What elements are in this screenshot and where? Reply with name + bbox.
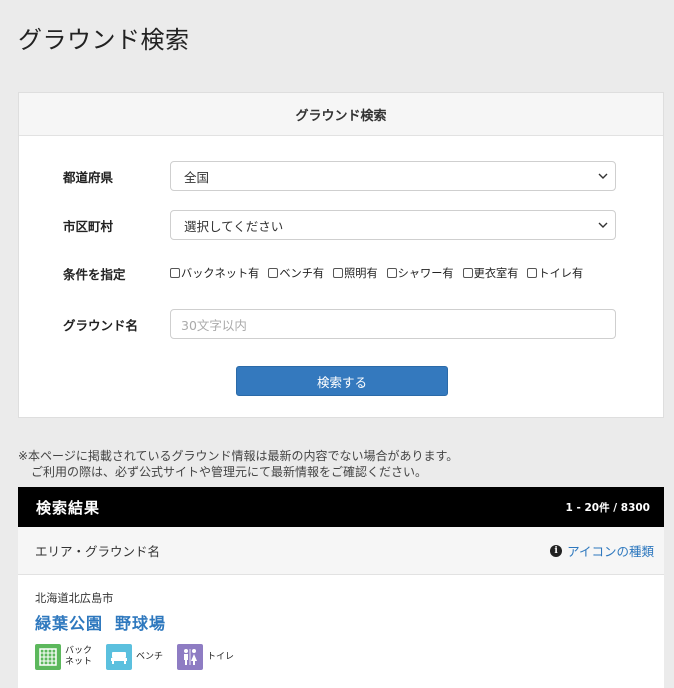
condition-label: バックネット有 <box>181 267 260 280</box>
checkbox[interactable] <box>386 268 397 278</box>
result-ground-name-link[interactable]: 緑葉公園 野球場 <box>35 610 647 634</box>
ground-name-row: グラウンド名 30文字以内 <box>19 309 663 339</box>
ground-name-placeholder: 30文字以内 <box>181 317 247 333</box>
ground-name-label: グラウンド名 <box>63 317 139 333</box>
icon-types-link[interactable]: i アイコンの種類 <box>550 541 654 560</box>
condition-label: ベンチ有 <box>279 267 325 280</box>
list-item: 北海道北広島市 緑葉公園 野球場 バック ネット ベンチ トイレ <box>18 575 664 670</box>
facility-backnet: バック ネット <box>35 644 92 670</box>
search-panel: グラウンド検索 都道府県 全国 市区町村 選択してください 条件を指定 バックネ… <box>18 92 664 418</box>
conditions-label: 条件を指定 <box>63 266 126 282</box>
condition-toilet[interactable]: トイレ有 <box>527 265 583 281</box>
checkbox[interactable] <box>170 268 180 278</box>
facility-toilet: トイレ <box>177 644 234 670</box>
toilet-icon <box>177 644 204 670</box>
facility-icons: バック ネット ベンチ トイレ <box>35 644 647 670</box>
city-select[interactable]: 選択してください <box>170 210 616 240</box>
prefecture-select[interactable]: 全国 <box>170 161 616 191</box>
conditions-checkboxes: バックネット有 ベンチ有 照明有 シャワー有 更衣室有 トイレ有 <box>170 265 583 281</box>
column-title: エリア・グラウンド名 <box>35 544 161 559</box>
chevron-down-icon <box>598 173 608 179</box>
condition-backnet[interactable]: バックネット有 <box>170 265 259 281</box>
results-title: 検索結果 <box>36 498 101 517</box>
city-row: 市区町村 選択してください <box>19 210 663 240</box>
search-results: 検索結果 1 - 20件 / 8300 エリア・グラウンド名 i アイコンの種類… <box>18 487 664 688</box>
condition-label: 照明有 <box>344 267 378 280</box>
results-column-header: エリア・グラウンド名 i アイコンの種類 <box>18 527 664 575</box>
condition-locker-room[interactable]: 更衣室有 <box>462 265 519 281</box>
ground-name-part-1: 緑葉公園 <box>35 614 104 633</box>
page-title: グラウンド検索 <box>18 26 190 54</box>
results-header: 検索結果 1 - 20件 / 8300 <box>18 487 664 527</box>
prefecture-row: 都道府県 全国 <box>19 161 663 191</box>
ground-name-input[interactable]: 30文字以内 <box>170 309 616 339</box>
checkbox[interactable] <box>268 268 279 278</box>
condition-label: 更衣室有 <box>473 267 519 280</box>
condition-label: シャワー有 <box>397 267 454 280</box>
notice-line-2: ご利用の際は、必ず公式サイトや管理元にて最新情報をご確認ください。 <box>31 465 428 479</box>
ground-name-part-2: 野球場 <box>115 614 167 633</box>
info-icon: i <box>550 544 563 557</box>
notice-line-1: ※本ページに掲載されているグラウンド情報は最新の内容でない場合があります。 <box>18 449 459 463</box>
search-button[interactable]: 検索する <box>236 366 448 396</box>
chevron-down-icon <box>598 222 608 228</box>
backnet-icon <box>35 644 61 670</box>
city-select-value: 選択してください <box>184 218 284 234</box>
conditions-row: 条件を指定 バックネット有 ベンチ有 照明有 シャワー有 更衣室有 トイレ有 <box>19 265 663 282</box>
checkbox[interactable] <box>527 268 538 278</box>
result-area: 北海道北広島市 <box>35 592 114 605</box>
bench-icon <box>106 644 133 670</box>
facility-label: バック ネット <box>65 646 93 667</box>
condition-lighting[interactable]: 照明有 <box>333 265 378 281</box>
prefecture-select-value: 全国 <box>184 169 210 185</box>
checkbox[interactable] <box>462 268 473 278</box>
results-count: 1 - 20件 / 8300 <box>565 501 650 514</box>
facility-label: トイレ <box>207 651 235 662</box>
prefecture-label: 都道府県 <box>63 169 114 185</box>
condition-label: トイレ有 <box>538 267 584 280</box>
facility-label: ベンチ <box>136 651 164 662</box>
condition-bench[interactable]: ベンチ有 <box>268 265 324 281</box>
notice-text: ※本ページに掲載されているグラウンド情報は最新の内容でない場合があります。 ご利… <box>18 448 458 480</box>
search-panel-header: グラウンド検索 <box>19 93 663 136</box>
facility-bench: ベンチ <box>106 644 163 670</box>
city-label: 市区町村 <box>63 218 114 234</box>
icon-types-link-label: アイコンの種類 <box>567 544 654 559</box>
checkbox[interactable] <box>333 268 344 278</box>
condition-shower[interactable]: シャワー有 <box>386 265 454 281</box>
